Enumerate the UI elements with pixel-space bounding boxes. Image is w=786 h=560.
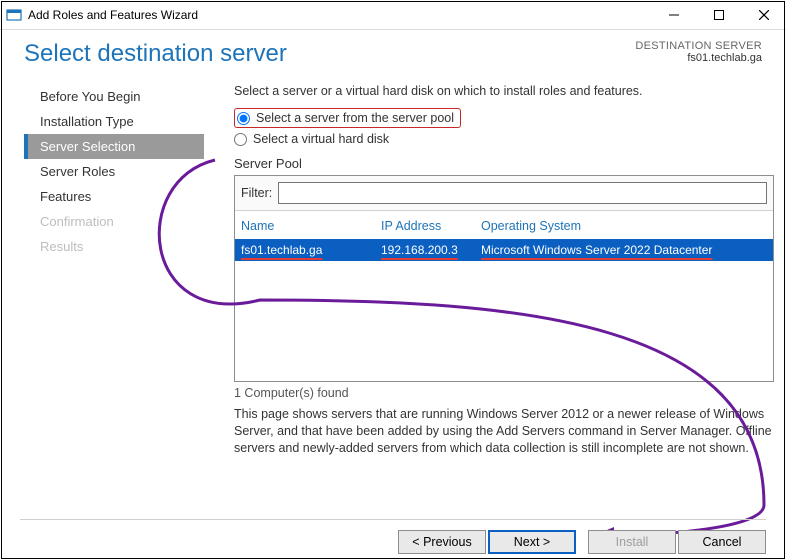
wizard-nav: Before You Begin Installation Type Serve… xyxy=(24,84,204,457)
destination-label: DESTINATION SERVER xyxy=(635,40,762,52)
radio-vhd-label: Select a virtual hard disk xyxy=(253,132,389,146)
install-button: Install xyxy=(588,530,676,554)
nav-installation-type[interactable]: Installation Type xyxy=(24,109,204,134)
instruction-text: Select a server or a virtual hard disk o… xyxy=(234,84,774,98)
server-pool-label: Server Pool xyxy=(234,156,774,171)
nav-confirmation: Confirmation xyxy=(24,209,204,234)
computers-found: 1 Computer(s) found xyxy=(234,386,774,400)
wizard-header: Select destination server DESTINATION SE… xyxy=(0,30,786,84)
cell-ip: 192.168.200.3 xyxy=(381,243,458,257)
nav-results: Results xyxy=(24,234,204,259)
nav-before-you-begin[interactable]: Before You Begin xyxy=(24,84,204,109)
filter-input[interactable] xyxy=(278,182,767,204)
radio-highlight-annotation: Select a server from the server pool xyxy=(234,108,461,128)
col-name[interactable]: Name xyxy=(241,219,381,233)
wizard-footer: < Previous Next > Install Cancel xyxy=(20,519,766,554)
window-controls xyxy=(651,0,786,30)
cell-name: fs01.techlab.ga xyxy=(241,243,322,257)
destination-value: fs01.techlab.ga xyxy=(635,52,762,64)
previous-button[interactable]: < Previous xyxy=(398,530,486,554)
server-table: Name IP Address Operating System fs01.te… xyxy=(235,211,773,381)
radio-server-pool[interactable] xyxy=(237,112,250,125)
destination-box: DESTINATION SERVER fs01.techlab.ga xyxy=(635,40,762,64)
cancel-button[interactable]: Cancel xyxy=(678,530,766,554)
filter-label: Filter: xyxy=(241,186,272,200)
wizard-icon xyxy=(6,7,22,23)
titlebar: Add Roles and Features Wizard xyxy=(0,0,786,30)
table-row[interactable]: fs01.techlab.ga 192.168.200.3 Microsoft … xyxy=(235,239,773,261)
minimize-button[interactable] xyxy=(651,0,696,30)
next-button[interactable]: Next > xyxy=(488,530,576,554)
table-header: Name IP Address Operating System xyxy=(235,211,773,239)
nav-server-selection[interactable]: Server Selection xyxy=(24,134,204,159)
maximize-button[interactable] xyxy=(696,0,741,30)
nav-server-roles[interactable]: Server Roles xyxy=(24,159,204,184)
window-title: Add Roles and Features Wizard xyxy=(28,8,651,22)
radio-server-pool-label: Select a server from the server pool xyxy=(256,111,454,125)
cell-os: Microsoft Windows Server 2022 Datacenter xyxy=(481,243,712,257)
close-button[interactable] xyxy=(741,0,786,30)
col-ip[interactable]: IP Address xyxy=(381,219,481,233)
wizard-main: Select a server or a virtual hard disk o… xyxy=(204,84,774,457)
col-os[interactable]: Operating System xyxy=(481,219,767,233)
nav-features[interactable]: Features xyxy=(24,184,204,209)
table-empty-area xyxy=(235,261,773,381)
page-title: Select destination server xyxy=(24,40,287,68)
server-pool-box: Filter: Name IP Address Operating System… xyxy=(234,175,774,382)
radio-vhd[interactable] xyxy=(234,133,247,146)
page-description: This page shows servers that are running… xyxy=(234,406,774,457)
